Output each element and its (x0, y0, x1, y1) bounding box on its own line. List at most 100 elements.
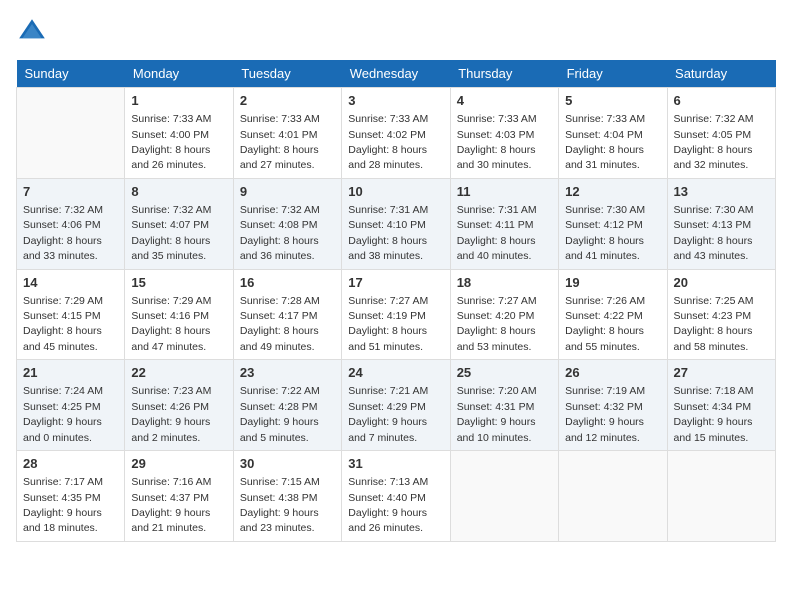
day-number: 4 (457, 92, 552, 110)
cell-info-line: Daylight: 8 hours (674, 235, 753, 247)
cell-info-line: Daylight: 9 hours (131, 416, 210, 428)
cell-info-line: Sunrise: 7:33 AM (131, 113, 211, 125)
cell-info-line: Sunset: 4:25 PM (23, 401, 101, 413)
cell-info-line: Sunset: 4:35 PM (23, 492, 101, 504)
cell-info-line: Daylight: 8 hours (23, 325, 102, 337)
calendar-cell: 5Sunrise: 7:33 AMSunset: 4:04 PMDaylight… (559, 88, 667, 179)
cell-info-line: Sunset: 4:31 PM (457, 401, 535, 413)
calendar-table: SundayMondayTuesdayWednesdayThursdayFrid… (16, 60, 776, 542)
calendar-cell: 10Sunrise: 7:31 AMSunset: 4:10 PMDayligh… (342, 178, 450, 269)
cell-info-line: Daylight: 9 hours (23, 507, 102, 519)
day-number: 10 (348, 183, 443, 201)
cell-info-line: Sunrise: 7:32 AM (131, 204, 211, 216)
cell-info-line: Sunrise: 7:33 AM (348, 113, 428, 125)
day-number: 7 (23, 183, 118, 201)
cell-info-line: Sunset: 4:32 PM (565, 401, 643, 413)
cell-info-line: Sunrise: 7:19 AM (565, 385, 645, 397)
cell-info-line: Daylight: 8 hours (674, 144, 753, 156)
day-number: 29 (131, 455, 226, 473)
cell-info-line: and 38 minutes. (348, 250, 423, 262)
cell-info-line: and 12 minutes. (565, 432, 640, 444)
calendar-cell: 1Sunrise: 7:33 AMSunset: 4:00 PMDaylight… (125, 88, 233, 179)
cell-info-line: Sunrise: 7:33 AM (565, 113, 645, 125)
calendar-cell: 21Sunrise: 7:24 AMSunset: 4:25 PMDayligh… (17, 360, 125, 451)
cell-info-line: Sunrise: 7:32 AM (240, 204, 320, 216)
day-number: 13 (674, 183, 769, 201)
cell-info-line: and 7 minutes. (348, 432, 417, 444)
cell-info-line: Sunset: 4:17 PM (240, 310, 318, 322)
calendar-cell: 7Sunrise: 7:32 AMSunset: 4:06 PMDaylight… (17, 178, 125, 269)
cell-info-line: Sunrise: 7:31 AM (457, 204, 537, 216)
cell-info-line: Daylight: 8 hours (674, 325, 753, 337)
day-header-thursday: Thursday (450, 60, 558, 88)
day-number: 3 (348, 92, 443, 110)
cell-info-line: Sunrise: 7:18 AM (674, 385, 754, 397)
cell-info-line: Daylight: 9 hours (23, 416, 102, 428)
cell-info-line: Sunset: 4:16 PM (131, 310, 209, 322)
cell-info-line: Sunset: 4:40 PM (348, 492, 426, 504)
cell-info-line: and 15 minutes. (674, 432, 749, 444)
cell-info-line: Sunrise: 7:32 AM (674, 113, 754, 125)
cell-info-line: Sunrise: 7:32 AM (23, 204, 103, 216)
calendar-cell: 14Sunrise: 7:29 AMSunset: 4:15 PMDayligh… (17, 269, 125, 360)
cell-info-line: and 32 minutes. (674, 159, 749, 171)
calendar-cell: 31Sunrise: 7:13 AMSunset: 4:40 PMDayligh… (342, 451, 450, 542)
cell-info-line: Sunrise: 7:33 AM (457, 113, 537, 125)
cell-info-line: and 23 minutes. (240, 522, 315, 534)
day-number: 19 (565, 274, 660, 292)
cell-info-line: Sunrise: 7:30 AM (565, 204, 645, 216)
day-number: 14 (23, 274, 118, 292)
day-number: 2 (240, 92, 335, 110)
day-number: 26 (565, 364, 660, 382)
cell-info-line: Sunset: 4:10 PM (348, 219, 426, 231)
cell-info-line: Sunset: 4:02 PM (348, 129, 426, 141)
cell-info-line: Sunset: 4:37 PM (131, 492, 209, 504)
cell-info-line: Sunset: 4:26 PM (131, 401, 209, 413)
cell-info-line: and 26 minutes. (131, 159, 206, 171)
cell-info-line: Sunset: 4:04 PM (565, 129, 643, 141)
calendar-cell: 27Sunrise: 7:18 AMSunset: 4:34 PMDayligh… (667, 360, 775, 451)
day-number: 8 (131, 183, 226, 201)
day-number: 11 (457, 183, 552, 201)
header (16, 16, 776, 48)
cell-info-line: and 5 minutes. (240, 432, 309, 444)
days-header-row: SundayMondayTuesdayWednesdayThursdayFrid… (17, 60, 776, 88)
day-number: 15 (131, 274, 226, 292)
cell-info-line: Sunrise: 7:30 AM (674, 204, 754, 216)
cell-info-line: and 35 minutes. (131, 250, 206, 262)
cell-info-line: Sunrise: 7:17 AM (23, 476, 103, 488)
cell-info-line: Sunrise: 7:33 AM (240, 113, 320, 125)
calendar-cell: 15Sunrise: 7:29 AMSunset: 4:16 PMDayligh… (125, 269, 233, 360)
cell-info-line: Sunrise: 7:31 AM (348, 204, 428, 216)
calendar-cell (17, 88, 125, 179)
cell-info-line: and 10 minutes. (457, 432, 532, 444)
day-number: 22 (131, 364, 226, 382)
day-number: 17 (348, 274, 443, 292)
day-header-friday: Friday (559, 60, 667, 88)
calendar-cell: 20Sunrise: 7:25 AMSunset: 4:23 PMDayligh… (667, 269, 775, 360)
cell-info-line: and 55 minutes. (565, 341, 640, 353)
cell-info-line: Daylight: 9 hours (457, 416, 536, 428)
cell-info-line: Daylight: 8 hours (348, 144, 427, 156)
cell-info-line: Daylight: 8 hours (565, 235, 644, 247)
calendar-cell: 17Sunrise: 7:27 AMSunset: 4:19 PMDayligh… (342, 269, 450, 360)
cell-info-line: Sunrise: 7:27 AM (457, 295, 537, 307)
calendar-cell (559, 451, 667, 542)
cell-info-line: and 40 minutes. (457, 250, 532, 262)
cell-info-line: Sunset: 4:13 PM (674, 219, 752, 231)
day-number: 20 (674, 274, 769, 292)
cell-info-line: Daylight: 9 hours (348, 507, 427, 519)
cell-info-line: Daylight: 8 hours (565, 325, 644, 337)
calendar-cell: 24Sunrise: 7:21 AMSunset: 4:29 PMDayligh… (342, 360, 450, 451)
cell-info-line: Sunset: 4:22 PM (565, 310, 643, 322)
cell-info-line: and 21 minutes. (131, 522, 206, 534)
day-header-wednesday: Wednesday (342, 60, 450, 88)
cell-info-line: Sunset: 4:23 PM (674, 310, 752, 322)
cell-info-line: Sunset: 4:28 PM (240, 401, 318, 413)
cell-info-line: Sunset: 4:19 PM (348, 310, 426, 322)
cell-info-line: Daylight: 8 hours (131, 325, 210, 337)
cell-info-line: and 45 minutes. (23, 341, 98, 353)
cell-info-line: Daylight: 8 hours (457, 144, 536, 156)
cell-info-line: Daylight: 8 hours (457, 325, 536, 337)
cell-info-line: Daylight: 8 hours (240, 235, 319, 247)
